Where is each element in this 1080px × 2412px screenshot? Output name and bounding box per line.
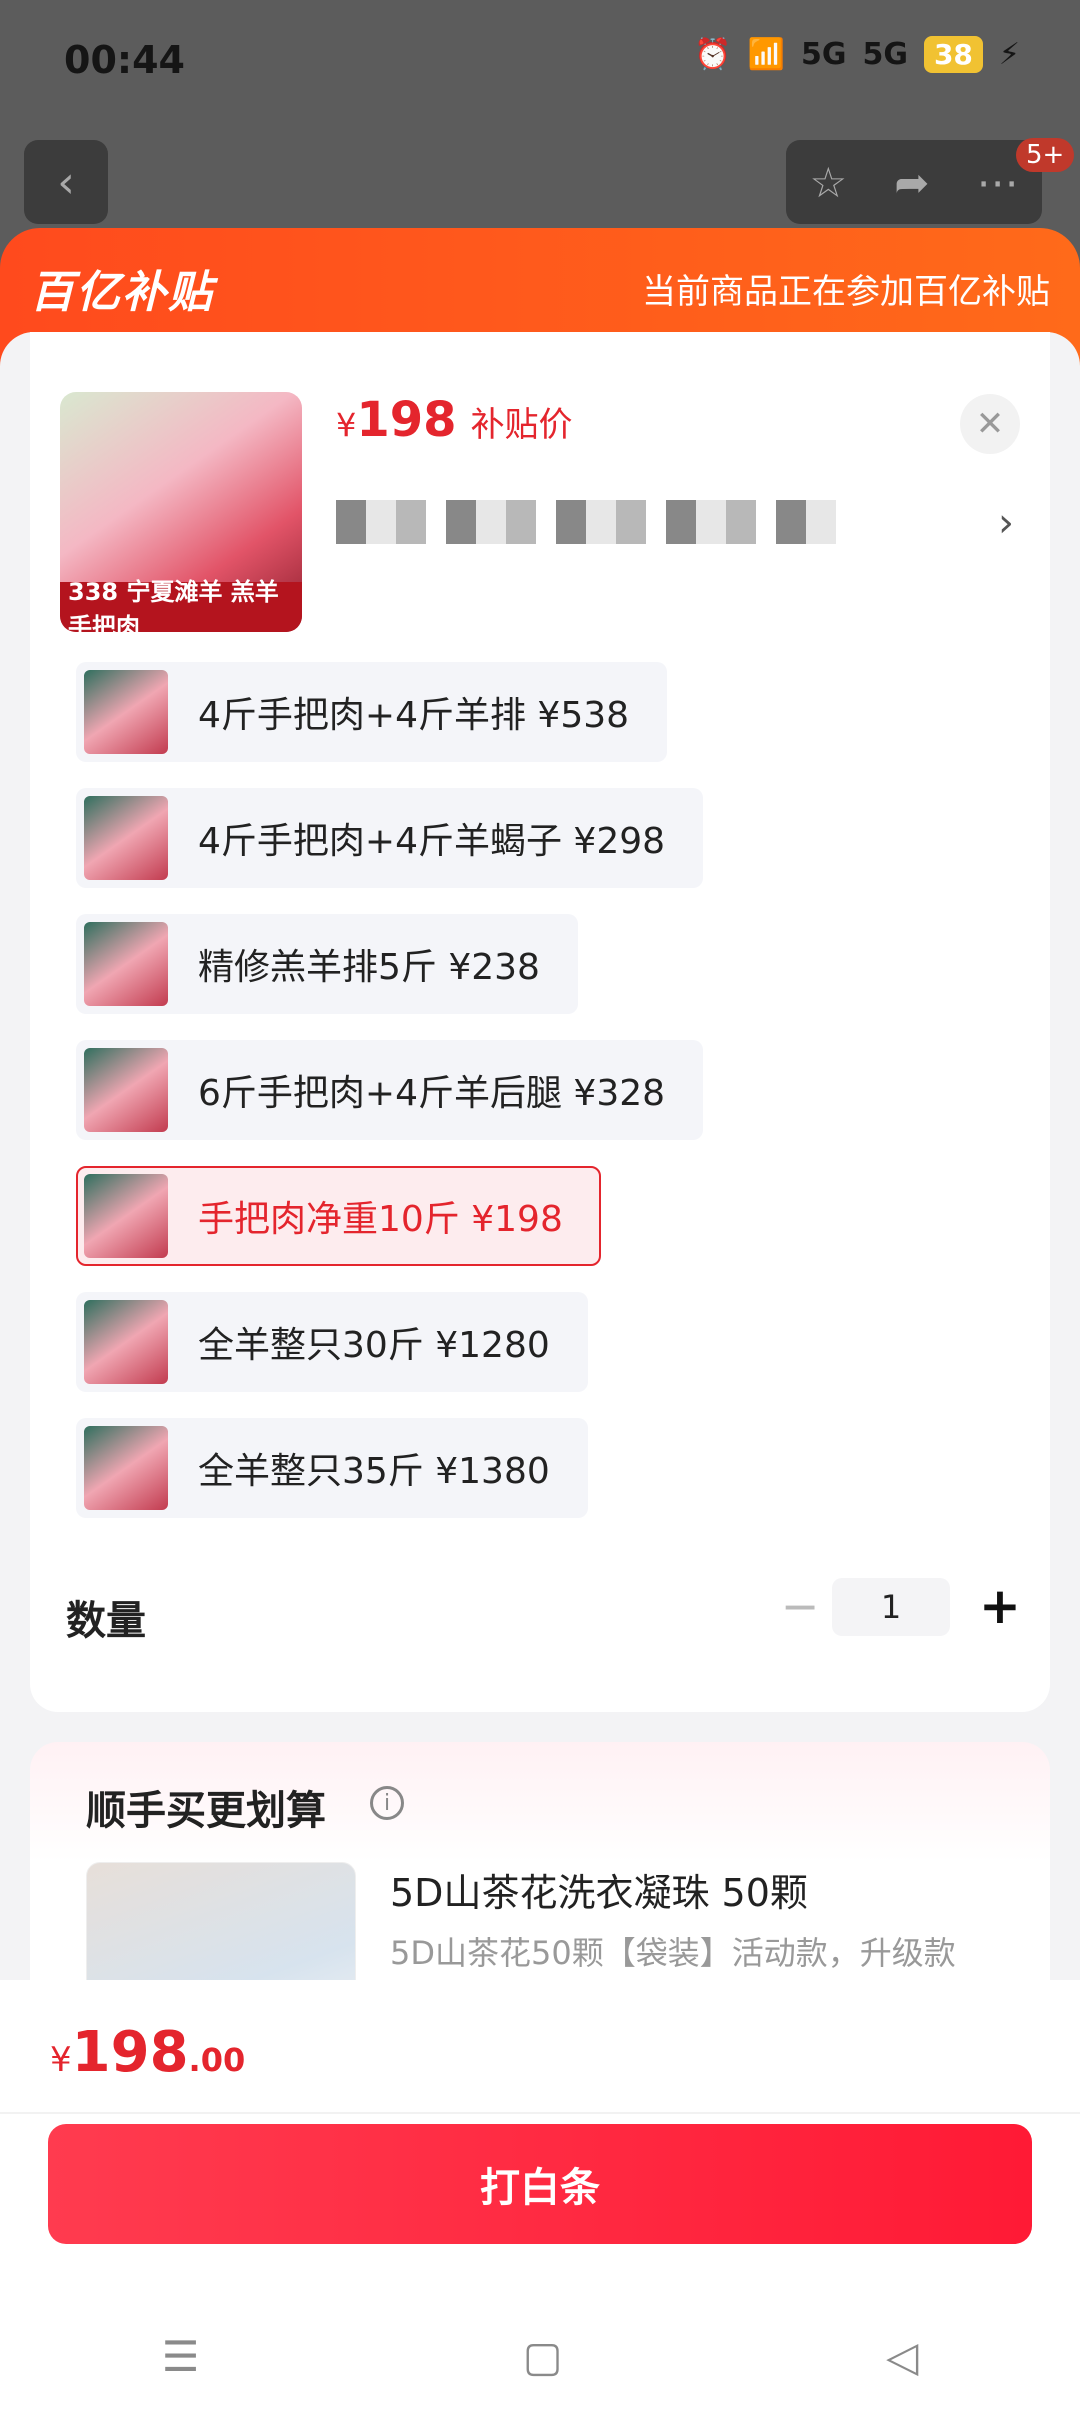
quantity-plus-button[interactable]: + xyxy=(970,1576,1030,1636)
back-button[interactable]: ‹ xyxy=(24,140,108,224)
sku-card: 338 宁夏滩羊 羔羊手把肉 ¥ 198 补贴价 ✕ › 4斤手把肉+4斤羊排 … xyxy=(30,332,1050,1712)
option-label: 全羊整只35斤 ¥1380 xyxy=(198,1451,550,1492)
price-value: 198 xyxy=(356,392,457,448)
subsidy-text: 当前商品正在参加百亿补贴 xyxy=(642,272,1050,312)
option-thumbnail xyxy=(84,1300,168,1384)
quantity-input[interactable]: 1 xyxy=(832,1578,950,1636)
nav-actions: ☆ ➦ ⋯ xyxy=(786,140,1042,224)
close-icon: ✕ xyxy=(975,404,1005,444)
option-label: 6斤手把肉+4斤羊后腿 ¥328 xyxy=(198,1073,666,1114)
option-label: 4斤手把肉+4斤羊排 ¥538 xyxy=(198,695,630,736)
price-label: 补贴价 xyxy=(470,405,573,445)
wifi-icon: 📶 xyxy=(747,37,785,72)
more-icon[interactable]: ⋯ xyxy=(976,158,1018,207)
star-icon[interactable]: ☆ xyxy=(810,158,848,207)
option-thumbnail xyxy=(84,1426,168,1510)
chevron-left-icon: ‹ xyxy=(57,156,75,208)
menu-icon[interactable]: ☰ xyxy=(162,2332,200,2381)
option-label: 4斤手把肉+4斤羊蝎子 ¥298 xyxy=(198,821,666,862)
option-item[interactable]: 全羊整只30斤 ¥1280 xyxy=(76,1292,588,1392)
price-line: ¥ 198 补贴价 xyxy=(336,392,573,448)
total-price: ¥ 198 .00 xyxy=(50,2020,245,2085)
battery-icon: 38 xyxy=(923,36,983,73)
signal-5g-2: 5G xyxy=(862,37,908,72)
option-thumbnail xyxy=(84,1048,168,1132)
option-thumbnail xyxy=(84,796,168,880)
share-icon[interactable]: ➦ xyxy=(894,158,929,207)
back-triangle-icon[interactable]: ◁ xyxy=(886,2332,918,2381)
option-item[interactable]: 全羊整只35斤 ¥1380 xyxy=(76,1418,588,1518)
notification-badge: 5+ xyxy=(1016,138,1075,172)
signal-5g-1: 5G xyxy=(800,37,847,72)
quantity-minus-button[interactable]: − xyxy=(770,1576,830,1636)
home-icon[interactable]: ▢ xyxy=(523,2332,563,2381)
option-item-selected[interactable]: 手把肉净重10斤 ¥198 xyxy=(76,1166,601,1266)
option-thumbnail xyxy=(84,922,168,1006)
subsidy-logo: 百亿补贴 xyxy=(30,267,214,318)
quantity-label: 数量 xyxy=(66,1598,146,1644)
product-title-redacted xyxy=(336,500,836,544)
option-item[interactable]: 6斤手把肉+4斤羊后腿 ¥328 xyxy=(76,1040,704,1140)
option-thumbnail xyxy=(84,670,168,754)
close-button[interactable]: ✕ xyxy=(960,394,1020,454)
addon-title: 顺手买更划算 xyxy=(86,1788,326,1834)
product-image-tag: 338 宁夏滩羊 羔羊手把肉 xyxy=(60,578,302,632)
info-icon[interactable]: i xyxy=(370,1786,404,1820)
option-label: 全羊整只30斤 ¥1280 xyxy=(198,1325,550,1366)
option-label: 手把肉净重10斤 ¥198 xyxy=(198,1199,563,1240)
total-symbol: ¥ xyxy=(50,2040,72,2080)
addon-name[interactable]: 5D山茶花洗衣凝珠 50颗 xyxy=(390,1862,808,1917)
status-time: 00:44 xyxy=(64,38,185,82)
option-item[interactable]: 4斤手把肉+4斤羊蝎子 ¥298 xyxy=(76,788,704,888)
option-item[interactable]: 精修羔羊排5斤 ¥238 xyxy=(76,914,578,1014)
option-thumbnail xyxy=(84,1174,168,1258)
charging-icon: ⚡ xyxy=(998,37,1020,72)
total-integer: 198 xyxy=(71,2020,189,2085)
option-label: 精修羔羊排5斤 ¥238 xyxy=(198,947,540,988)
product-image: 338 宁夏滩羊 羔羊手把肉 xyxy=(60,392,302,632)
chevron-right-icon[interactable]: › xyxy=(998,500,1014,546)
divider xyxy=(0,2112,1080,2114)
price-symbol: ¥ xyxy=(336,406,357,444)
option-item[interactable]: 4斤手把肉+4斤羊排 ¥538 xyxy=(76,662,668,762)
pay-button[interactable]: 打白条 xyxy=(48,2124,1032,2244)
status-icons: ⏰ 📶 5G 5G 38 ⚡ xyxy=(694,36,1020,73)
total-decimal: .00 xyxy=(188,2041,246,2079)
system-nav-bar: ☰ ▢ ◁ xyxy=(0,2300,1080,2412)
alarm-icon: ⏰ xyxy=(694,37,732,72)
addon-desc: 5D山茶花50颗【袋装】活动款，升级款 xyxy=(390,1934,956,1972)
